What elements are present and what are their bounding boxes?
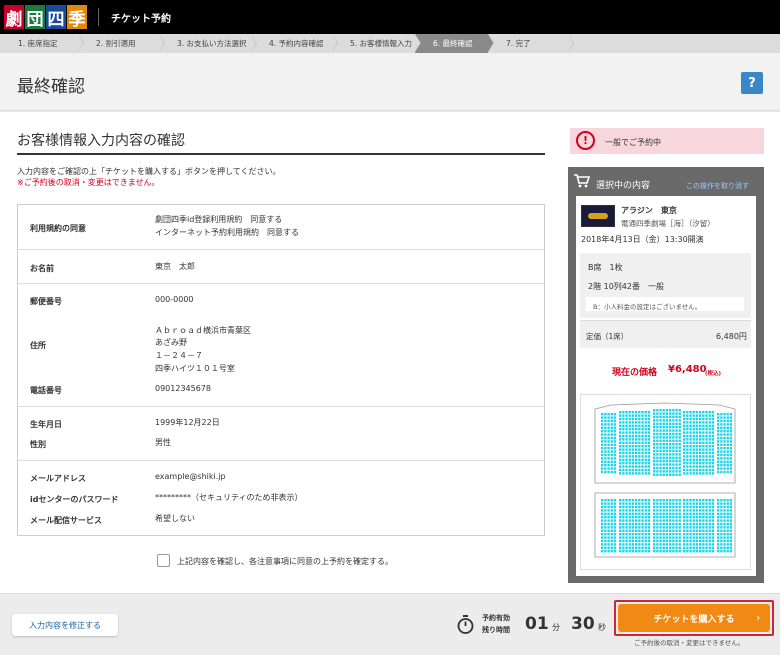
postal-label: 郵便番号	[30, 297, 62, 306]
row-divider	[18, 460, 544, 461]
birthdate-value: 1999年12月22日	[155, 418, 220, 427]
birthdate-label: 生年月日	[30, 420, 62, 429]
show-thumbnail	[581, 205, 615, 227]
timer-seconds: 30	[571, 614, 595, 634]
step-customer-info: 5. お客様情報入力	[332, 34, 421, 53]
chevron-right-icon: ›	[756, 611, 761, 624]
phone-value: 09012345678	[155, 384, 211, 393]
phone-label: 電話番号	[30, 386, 62, 395]
step-review: 4. 予約内容確認	[251, 34, 338, 53]
seat-number: 2階 10列42番 一般	[588, 282, 664, 291]
gender-value: 男性	[155, 438, 171, 447]
password-value: *********（セキュリティのため非表示）	[155, 493, 303, 502]
current-price-label: 現在の価格	[612, 368, 658, 378]
timer-minutes: 01	[525, 614, 549, 634]
booking-type-text: 一般でご予約中	[605, 138, 661, 147]
section-title: お客様情報入力内容の確認	[17, 133, 185, 149]
price-value: 6,480円	[716, 332, 747, 341]
header: 劇 団 四 季 チケット予約	[0, 0, 780, 34]
tax-note: (税込)	[705, 371, 722, 377]
timer-label-1: 予約有効	[482, 614, 510, 622]
title-bar: 最終確認	[0, 53, 780, 111]
timer-minutes-unit: 分	[552, 623, 560, 632]
shiki-logo[interactable]: 劇 団 四 季	[4, 4, 88, 30]
terms-value-2: インターネット予約利用規約 同意する	[155, 228, 299, 237]
postal-value: 000-0000	[155, 295, 194, 304]
show-date: 2018年4月13日（金）13:30開演	[581, 235, 704, 244]
email-label: メールアドレス	[30, 474, 86, 483]
address-line-4: 四季ハイツ１０１号室	[155, 364, 235, 373]
header-divider	[98, 8, 99, 26]
edit-input-button[interactable]: 入力内容を修正する	[12, 614, 118, 636]
help-button[interactable]: ?	[741, 72, 763, 94]
timer-label-2: 残り時間	[482, 626, 510, 634]
address-label: 住所	[30, 341, 46, 350]
seat-map	[580, 394, 751, 570]
logo-char: 劇	[4, 5, 24, 30]
address-line-1: Ａｂｒｏａｄ横浜市青葉区	[155, 326, 251, 335]
selection-title: 選択中の内容	[596, 181, 651, 191]
price-label: 定価（1席）	[586, 332, 629, 341]
cart-icon	[574, 174, 591, 188]
mail-service-label: メール配信サービス	[30, 516, 102, 525]
header-title: チケット予約	[111, 13, 171, 25]
logo-char: 団	[25, 5, 45, 30]
name-label: お名前	[30, 264, 54, 273]
warning-text: ※ご予約後の取消・変更はできません。	[17, 178, 160, 187]
page-title: 最終確認	[17, 77, 85, 97]
step-seat: 1. 座席指定	[0, 34, 84, 53]
alert-icon: !	[576, 131, 595, 150]
progress-steps: 1. 座席指定 2. 割引適用 3. お支払い方法選択 4. 予約内容確認 5.…	[0, 34, 780, 53]
timer-seconds-unit: 秒	[598, 623, 606, 632]
intro-text: 入力内容をご確認の上「チケットを購入する」ボタンを押してください。	[17, 167, 281, 176]
buy-ticket-button[interactable]: チケットを購入する	[618, 604, 770, 632]
step-final-confirm: 6. 最終確認	[415, 34, 494, 53]
confirm-label[interactable]: 上記内容を確認し、各注意事項に同意の上予約を確定する。	[177, 556, 393, 567]
address-line-3: １－２４－７	[155, 351, 203, 360]
section-divider	[17, 153, 545, 155]
address-line-2: あざみ野	[155, 338, 187, 347]
show-name: アラジン 東京	[621, 206, 677, 215]
password-label: idセンターのパスワード	[30, 495, 119, 504]
step-payment: 3. お支払い方法選択	[159, 34, 257, 53]
booking-type-badge	[570, 128, 764, 154]
logo-char: 季	[67, 5, 87, 30]
seat-type: B席 1枚	[588, 263, 623, 272]
step-complete: 7. 完了	[488, 34, 574, 53]
customer-info-table: 利用規約の同意 劇団四季id登録利用規約 同意する インターネット予約利用規約 …	[17, 204, 545, 536]
confirm-checkbox[interactable]	[157, 554, 170, 567]
logo-char: 四	[46, 5, 66, 30]
row-divider	[18, 249, 544, 250]
timer-icon	[456, 615, 475, 634]
buy-note: ご予約後の取消・変更はできません。	[634, 639, 745, 647]
terms-value-1: 劇団四季id登録利用規約 同意する	[155, 215, 283, 224]
email-value: example@shiki.jp	[155, 472, 226, 481]
name-value: 東京 太郎	[155, 262, 195, 271]
venue-name: 電通四季劇場［海］（汐留）	[621, 219, 715, 228]
undo-link[interactable]: この操作を取り消す	[686, 181, 749, 191]
row-divider	[18, 406, 544, 407]
mail-service-value: 希望しない	[155, 514, 195, 523]
step-discount: 2. 割引適用	[78, 34, 165, 53]
seat-map-graphic	[594, 402, 736, 558]
current-price-value: ¥6,480	[668, 364, 707, 375]
seat-note: B：小人料金の設定はございません。	[593, 303, 702, 311]
gender-label: 性別	[30, 440, 46, 449]
row-divider	[18, 283, 544, 284]
terms-label: 利用規約の同意	[30, 224, 86, 233]
